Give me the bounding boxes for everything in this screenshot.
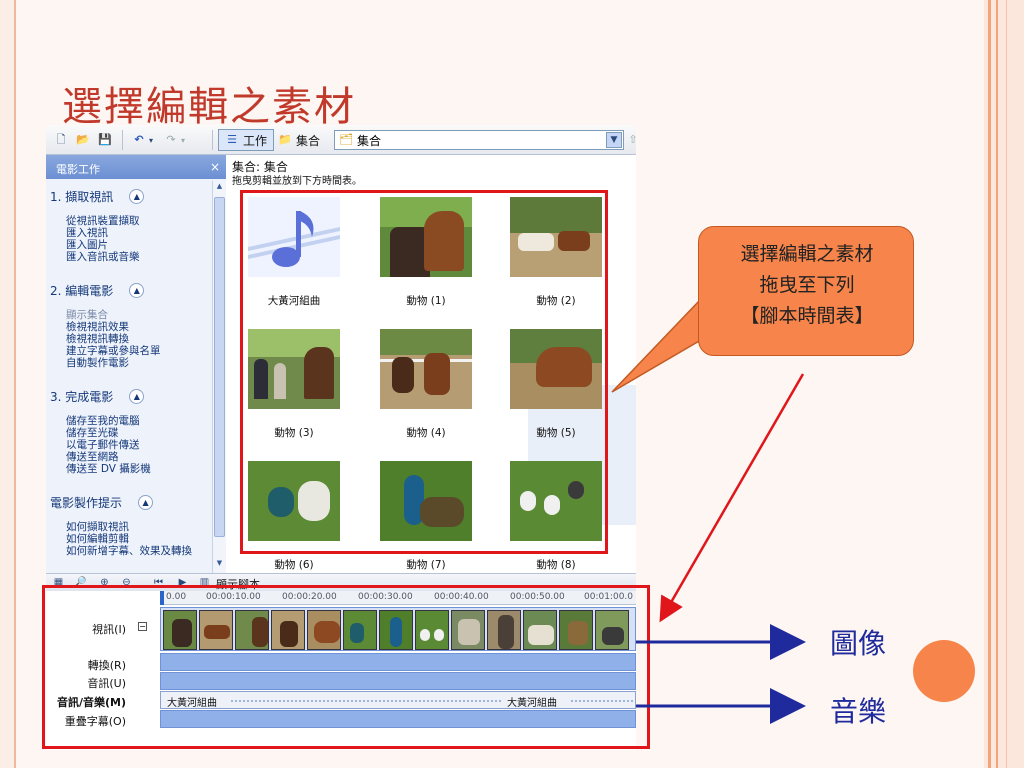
decorative-circle	[913, 640, 975, 702]
callout-box: 選擇編輯之素材 拖曳至下列 【腳本時間表】	[698, 226, 914, 356]
image-label: 圖像	[830, 627, 887, 660]
music-label: 音樂	[830, 695, 887, 728]
